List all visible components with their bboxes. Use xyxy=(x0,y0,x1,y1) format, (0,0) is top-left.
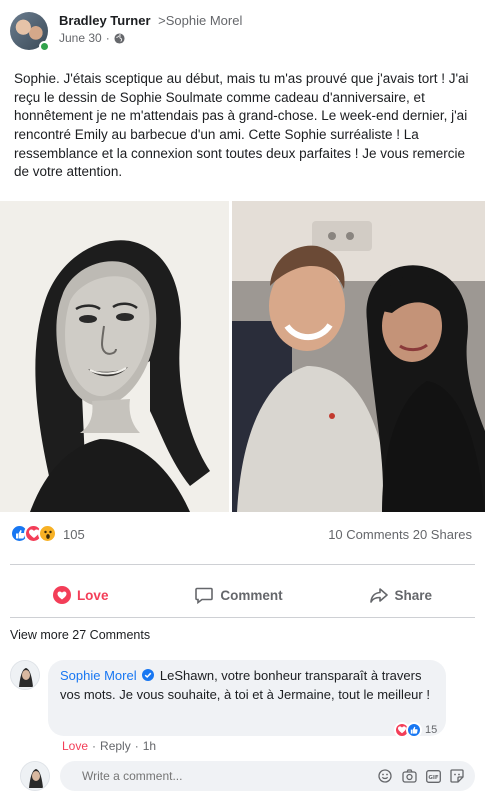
comment-reaction-count: 15 xyxy=(425,724,438,736)
svg-text:GIF: GIF xyxy=(428,775,439,781)
post-actions: Love Comment Share xyxy=(10,577,475,613)
divider-bottom xyxy=(10,617,475,618)
comment-actions: Love · Reply · 1h xyxy=(62,739,156,753)
divider-top xyxy=(10,564,475,565)
like-icon xyxy=(406,722,422,738)
post-meta: June 30 · xyxy=(59,31,125,45)
reaction-icons[interactable] xyxy=(10,524,57,543)
comment-author[interactable]: Sophie Morel xyxy=(60,668,137,683)
view-more-comments[interactable]: View more 27 Comments xyxy=(10,628,150,642)
comments-shares-count[interactable]: 10 Comments 20 Shares xyxy=(328,527,472,542)
target-name[interactable]: Sophie Morel xyxy=(166,13,243,28)
sketch-portrait-photo[interactable] xyxy=(0,201,229,512)
share-button-label: Share xyxy=(394,587,433,603)
commenter-avatar[interactable] xyxy=(10,660,40,690)
reactions-summary: 105 10 Comments 20 Shares xyxy=(10,523,475,545)
comment-reactions[interactable]: 15 xyxy=(394,722,437,738)
verified-icon xyxy=(142,669,155,681)
love-button-icon xyxy=(52,586,71,604)
post-photos xyxy=(0,201,485,512)
share-button[interactable]: Share xyxy=(369,585,433,605)
sticker-icon[interactable] xyxy=(449,768,465,784)
comment-input-box[interactable]: GIF xyxy=(60,761,475,791)
comment-love-button[interactable]: Love xyxy=(62,739,88,753)
comment-button-label: Comment xyxy=(220,587,283,603)
comment-icon xyxy=(195,587,214,605)
post-header: Bradley Turner >Sophie Morel June 30 · xyxy=(10,10,475,52)
reaction-count[interactable]: 105 xyxy=(63,527,85,542)
comment-button[interactable]: Comment xyxy=(194,585,283,605)
couple-selfie-photo[interactable] xyxy=(232,201,485,512)
camera-icon[interactable] xyxy=(401,768,417,784)
composer-avatar[interactable] xyxy=(20,761,50,791)
comment-actions-separator: · xyxy=(134,739,139,753)
wow-icon xyxy=(38,524,57,543)
comment-actions-separator: · xyxy=(92,739,97,753)
comment-composer: GIF xyxy=(10,760,475,792)
composer-icons: GIF xyxy=(377,768,465,784)
comment-time[interactable]: 1h xyxy=(143,739,156,753)
love-button-label: Love xyxy=(76,587,109,603)
author-name[interactable]: Bradley Turner xyxy=(59,13,151,28)
comment-input[interactable] xyxy=(82,769,377,783)
gif-icon[interactable]: GIF xyxy=(425,768,441,784)
online-status-dot xyxy=(39,41,50,52)
emoji-icon[interactable] xyxy=(377,768,393,784)
comment-bubble: Sophie Morel LeShawn, votre bonheur tran… xyxy=(48,660,446,736)
globe-icon xyxy=(114,32,125,44)
share-icon xyxy=(369,588,388,603)
comment-reply-button[interactable]: Reply xyxy=(100,739,131,753)
author-line: Bradley Turner >Sophie Morel xyxy=(59,13,242,28)
post-text: Sophie. J'étais sceptique au début, mais… xyxy=(14,71,469,180)
arrow-separator: > xyxy=(158,13,166,28)
post-date[interactable]: June 30 xyxy=(59,31,102,45)
meta-separator: · xyxy=(105,31,110,45)
love-button[interactable]: Love xyxy=(52,586,109,604)
